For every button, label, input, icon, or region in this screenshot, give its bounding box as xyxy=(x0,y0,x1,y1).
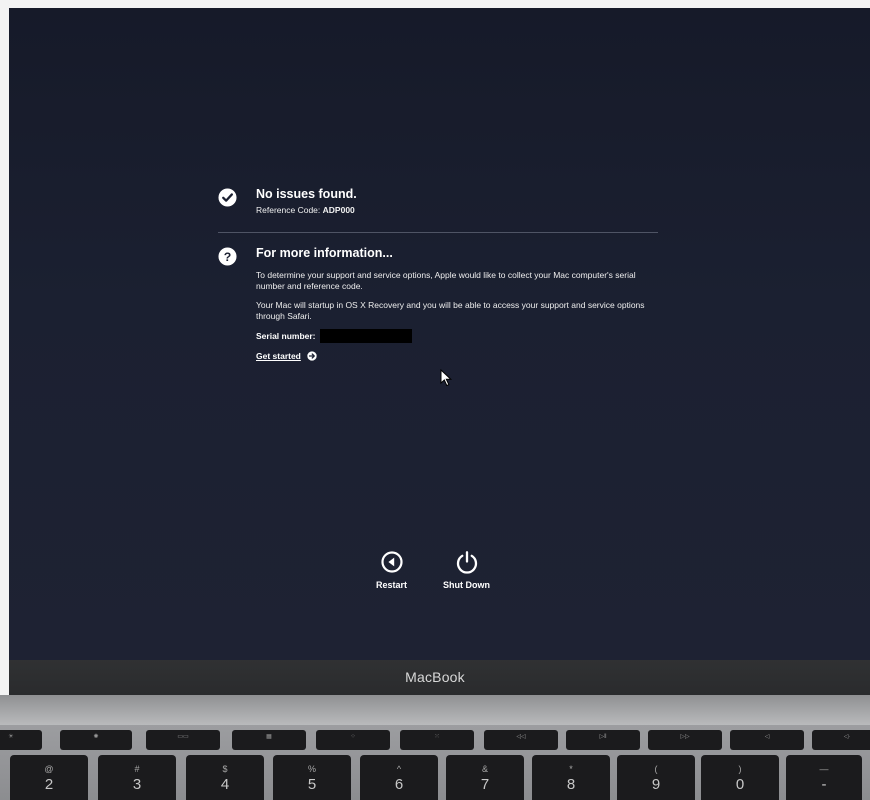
function-key: ☀ xyxy=(0,730,42,750)
reference-code: ADP000 xyxy=(322,205,355,215)
serial-number-redacted xyxy=(319,329,412,343)
function-key: ◁◁ xyxy=(484,730,558,750)
function-key: ⁙ xyxy=(400,730,474,750)
info-paragraph-collect: To determine your support and service op… xyxy=(256,270,636,291)
laptop-hinge xyxy=(0,695,870,725)
serial-number-row: Serial number: xyxy=(256,329,668,343)
arrow-circle-right-icon[interactable] xyxy=(307,351,317,361)
info-section: ? For more information... To determine y… xyxy=(218,246,668,361)
photo-frame: No issues found. Reference Code: ADP000 … xyxy=(0,0,870,800)
checkmark-circle-icon xyxy=(218,188,237,207)
status-title: No issues found. xyxy=(256,187,357,201)
get-started-label[interactable]: Get started xyxy=(256,351,301,361)
mouse-pointer-icon xyxy=(440,369,453,387)
reference-line: Reference Code: ADP000 xyxy=(256,205,668,216)
number-key: ^ 6 xyxy=(360,755,438,800)
number-key: % 5 xyxy=(273,755,351,800)
power-icon[interactable] xyxy=(455,550,479,574)
function-key: ✺ xyxy=(60,730,132,750)
number-key: ) 0 xyxy=(701,755,779,800)
power-actions: Restart Shut Down xyxy=(376,550,490,590)
function-key: ▷‖ xyxy=(566,730,640,750)
restart-label[interactable]: Restart xyxy=(376,580,407,590)
restart-icon[interactable] xyxy=(380,550,404,574)
info-title: For more information... xyxy=(256,246,393,260)
diagnostics-panel: No issues found. Reference Code: ADP000 … xyxy=(218,187,668,361)
function-key: ▷▷ xyxy=(648,730,722,750)
function-key: ◁ xyxy=(730,730,804,750)
shut-down-label[interactable]: Shut Down xyxy=(443,580,490,590)
function-key: ▭▭ xyxy=(146,730,220,750)
number-key: & 7 xyxy=(446,755,524,800)
section-divider xyxy=(218,232,658,233)
reference-label: Reference Code: xyxy=(256,205,321,215)
number-key: $ 4 xyxy=(186,755,264,800)
number-key: — - xyxy=(786,755,862,800)
number-key: # 3 xyxy=(98,755,176,800)
macbook-logo: MacBook xyxy=(405,669,465,685)
number-key: @ 2 xyxy=(10,755,88,800)
keyboard: ☀ ✺ ▭▭ ▦ ⁘ ⁙ ◁◁ ▷‖ ▷▷ ◁ ◁· @ 2 # 3 $ 4 %… xyxy=(0,725,870,800)
status-section: No issues found. Reference Code: ADP000 xyxy=(218,187,668,216)
function-key: ▦ xyxy=(232,730,306,750)
number-key: * 8 xyxy=(532,755,610,800)
number-key: ( 9 xyxy=(617,755,695,800)
svg-text:?: ? xyxy=(224,250,232,264)
info-paragraph-recovery: Your Mac will startup in OS X Recovery a… xyxy=(256,300,645,321)
serial-number-label: Serial number: xyxy=(256,331,316,341)
question-circle-icon: ? xyxy=(218,247,237,266)
function-key: ⁘ xyxy=(316,730,390,750)
get-started-link[interactable]: Get started xyxy=(256,351,668,361)
shut-down-button[interactable]: Shut Down xyxy=(443,550,490,590)
restart-button[interactable]: Restart xyxy=(376,550,407,590)
function-key: ◁· xyxy=(812,730,870,750)
